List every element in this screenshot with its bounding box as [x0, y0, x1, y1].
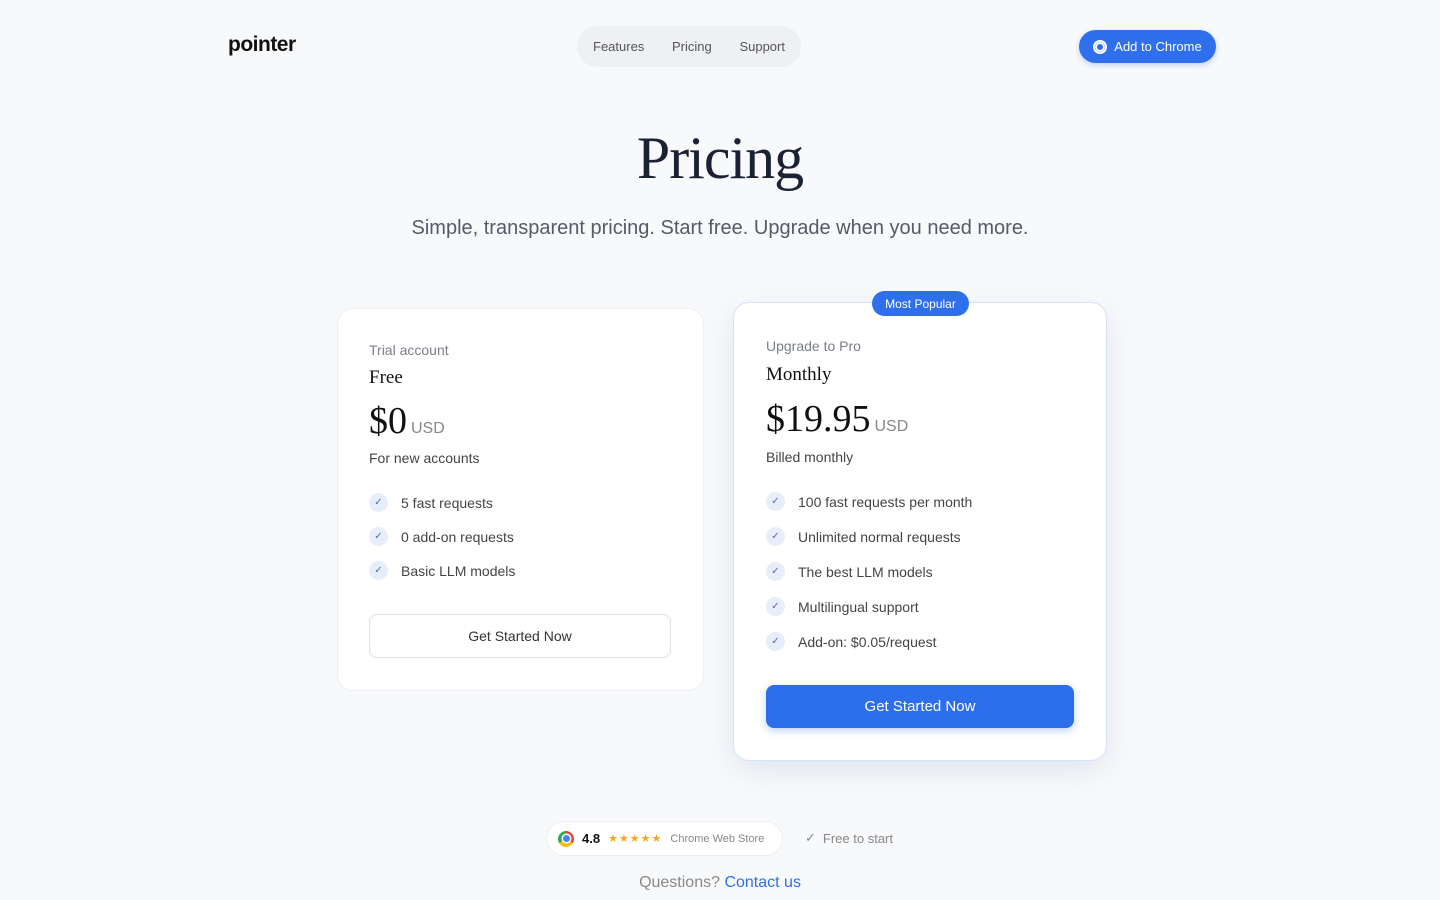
- feature-list-free: ✓ 5 fast requests ✓ 0 add-on requests ✓ …: [369, 493, 515, 580]
- page-title: Pricing: [636, 125, 804, 191]
- plan-name-free: Free: [369, 367, 403, 388]
- feature-item: ✓ Add-on: $0.05/request: [766, 632, 972, 651]
- check-icon: ✓: [766, 562, 785, 581]
- price-currency: USD: [874, 418, 909, 435]
- feature-label: Basic LLM models: [401, 562, 516, 579]
- feature-label: Unlimited normal requests: [798, 528, 961, 545]
- plan-note-free: For new accounts: [369, 450, 480, 466]
- nav-pricing[interactable]: Pricing: [672, 39, 712, 54]
- check-icon: ✓: [766, 597, 785, 616]
- feature-list-pro: ✓ 100 fast requests per month ✓ Unlimite…: [766, 492, 972, 651]
- feature-item: ✓ Multilingual support: [766, 597, 972, 616]
- feature-item: ✓ 5 fast requests: [369, 493, 515, 512]
- price-amount: $0: [369, 400, 407, 442]
- plan-note-pro: Billed monthly: [766, 449, 854, 465]
- plan-label-free: Trial account: [369, 342, 449, 358]
- page-subtitle: Simple, transparent pricing. Start free.…: [411, 217, 1029, 239]
- feature-label: 100 fast requests per month: [798, 493, 973, 510]
- chrome-icon: [1093, 39, 1108, 54]
- feature-label: The best LLM models: [798, 563, 933, 580]
- most-popular-badge: Most Popular: [872, 291, 969, 316]
- chrome-store-rating[interactable]: 4.8 ★★★★★ Chrome Web Store: [546, 821, 783, 856]
- check-icon: ✓: [369, 527, 388, 546]
- feature-item: ✓ 0 add-on requests: [369, 527, 515, 546]
- get-started-pro-button[interactable]: Get Started Now: [766, 685, 1074, 728]
- chrome-icon: [558, 830, 574, 847]
- feature-label: Add-on: $0.05/request: [798, 633, 937, 650]
- questions-line: Questions? Contact us: [0, 874, 1440, 892]
- contact-us-link[interactable]: Contact us: [724, 874, 800, 891]
- plan-label-pro: Upgrade to Pro: [766, 338, 861, 354]
- nav-features[interactable]: Features: [593, 39, 644, 54]
- brand-logo[interactable]: pointer: [228, 33, 296, 57]
- main-nav: Features Pricing Support: [577, 26, 801, 67]
- star-icon: ★★★★★: [608, 833, 663, 845]
- feature-label: 0 add-on requests: [401, 528, 514, 545]
- free-to-start-label: Free to start: [822, 830, 893, 846]
- check-icon: ✓: [766, 492, 785, 511]
- plan-price-free: $0 USD: [369, 399, 445, 443]
- check-icon: ✓: [369, 561, 388, 580]
- add-to-chrome-label: Add to Chrome: [1114, 39, 1202, 54]
- plan-price-pro: $19.95 USD: [766, 397, 908, 441]
- feature-label: 5 fast requests: [401, 494, 493, 511]
- store-name: Chrome Web Store: [670, 832, 765, 845]
- price-amount: $19.95: [766, 398, 871, 440]
- feature-label: Multilingual support: [798, 598, 919, 615]
- feature-item: ✓ Basic LLM models: [369, 561, 515, 580]
- plan-name-pro: Monthly: [766, 364, 832, 385]
- feature-item: ✓ 100 fast requests per month: [766, 492, 972, 511]
- questions-label: Questions?: [639, 874, 720, 891]
- add-to-chrome-button[interactable]: Add to Chrome: [1079, 30, 1216, 63]
- check-icon: ✓: [766, 632, 785, 651]
- check-icon: ✓: [369, 493, 388, 512]
- free-to-start: ✓ Free to start: [805, 830, 893, 846]
- feature-item: ✓ The best LLM models: [766, 562, 972, 581]
- rating-value: 4.8: [582, 831, 601, 846]
- feature-item: ✓ Unlimited normal requests: [766, 527, 972, 546]
- nav-support[interactable]: Support: [739, 39, 785, 54]
- price-currency: USD: [411, 420, 445, 437]
- get-started-free-button[interactable]: Get Started Now: [369, 614, 671, 658]
- check-icon: ✓: [805, 830, 816, 845]
- check-icon: ✓: [766, 527, 785, 546]
